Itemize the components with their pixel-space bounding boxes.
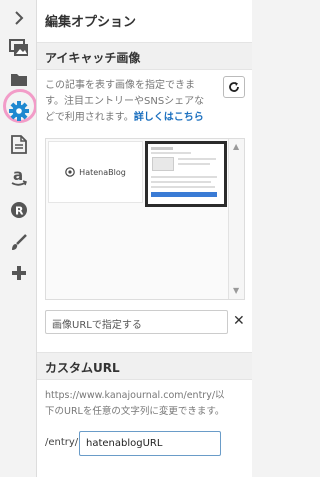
eyecatch-description: この記事を表す画像を指定できま す。注目エントリーやSNSシェアな どで利用され… bbox=[45, 78, 223, 126]
image-icon[interactable] bbox=[4, 34, 34, 62]
image-thumbnail-selected[interactable] bbox=[145, 141, 227, 207]
rakuten-icon[interactable]: R bbox=[4, 196, 34, 224]
edit-options-panel: 編集オプション アイキャッチ画像 この記事を表す画像を指定できま す。注目エント… bbox=[36, 0, 253, 477]
custom-url-heading: カスタムURL bbox=[45, 361, 120, 375]
eyecatch-section-header: アイキャッチ画像 bbox=[37, 42, 253, 70]
details-link[interactable]: 詳しくはこちら bbox=[134, 112, 204, 123]
scroll-down-icon[interactable]: ▼ bbox=[233, 287, 239, 295]
desc-line: https://www.kanajournal.com/entry/以 bbox=[45, 390, 225, 401]
amazon-icon[interactable]: a bbox=[4, 163, 34, 191]
screenshot-preview bbox=[148, 144, 224, 204]
side-toolbar: a R bbox=[0, 0, 37, 477]
eyecatch-image-list[interactable]: HatenaBlog ▲ ▼ bbox=[45, 138, 245, 300]
desc-text: どで利用されます。 bbox=[45, 112, 134, 123]
hatena-logo-icon bbox=[65, 167, 75, 177]
image-url-input[interactable]: 画像URLで指定する bbox=[45, 310, 228, 334]
custom-url-input[interactable]: hatenablogURL bbox=[79, 431, 221, 456]
svg-text:R: R bbox=[15, 205, 24, 218]
desc-line: 下のURLを任意の文字列に変更できます。 bbox=[45, 406, 225, 417]
expand-chevron-icon[interactable] bbox=[4, 4, 34, 32]
slug-prefix-label: /entry/ bbox=[45, 437, 79, 448]
brush-icon[interactable] bbox=[4, 228, 34, 256]
refresh-icon bbox=[229, 82, 239, 92]
desc-line: この記事を表す画像を指定できま bbox=[45, 80, 195, 91]
plus-icon[interactable] bbox=[4, 259, 34, 287]
refresh-button[interactable] bbox=[223, 76, 245, 98]
desc-line: す。注目エントリーやSNSシェアな bbox=[45, 96, 205, 107]
thumbnail-logo-text: HatenaBlog bbox=[79, 167, 126, 177]
image-list-scrollbar[interactable]: ▲ ▼ bbox=[228, 139, 244, 299]
scroll-up-icon[interactable]: ▲ bbox=[233, 143, 239, 151]
document-icon[interactable] bbox=[4, 130, 34, 158]
eyecatch-heading: アイキャッチ画像 bbox=[45, 51, 141, 65]
gear-icon[interactable] bbox=[4, 97, 34, 125]
desc-line: どで利用されます。詳しくはこちら bbox=[45, 110, 223, 126]
custom-url-section-header: カスタムURL bbox=[37, 352, 253, 380]
custom-url-description: https://www.kanajournal.com/entry/以 下のUR… bbox=[45, 388, 251, 420]
close-icon[interactable]: ✕ bbox=[233, 313, 245, 329]
panel-title: 編集オプション bbox=[45, 15, 137, 30]
image-thumbnail[interactable]: HatenaBlog bbox=[48, 141, 143, 203]
svg-text:a: a bbox=[13, 168, 23, 184]
panel-edge bbox=[252, 0, 257, 477]
